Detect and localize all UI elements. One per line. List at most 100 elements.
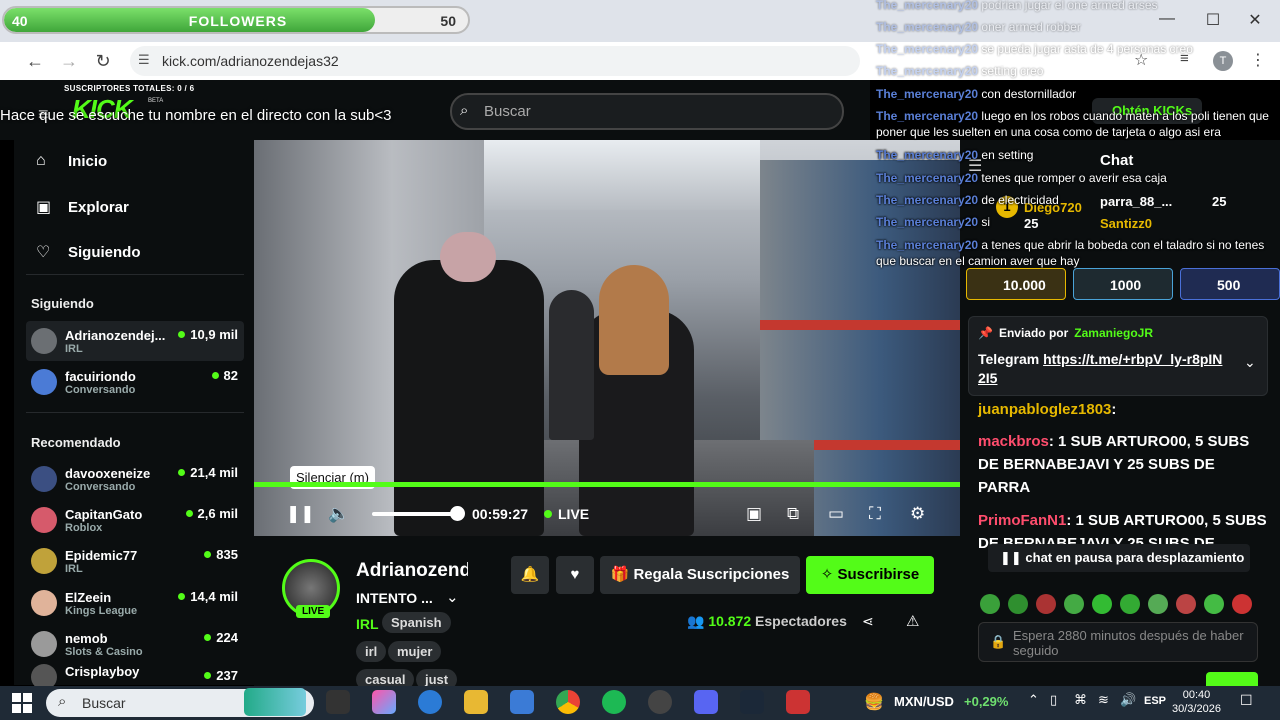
video-progress-bar[interactable] — [254, 482, 960, 487]
volume-slider-knob[interactable] — [450, 506, 465, 521]
site-info-icon[interactable]: ☰ — [138, 52, 154, 68]
spotify-icon[interactable] — [602, 690, 626, 714]
currency-pair[interactable]: MXN/USD — [894, 694, 954, 709]
followers-goal-bar: 40 FOLLOWERS 50 — [2, 6, 470, 34]
search-icon: ⌕ — [58, 693, 67, 710]
taskbar-clock[interactable]: 00:40 30/3/2026 — [1172, 688, 1221, 716]
tray-chevron-icon[interactable]: ⌃ — [1028, 692, 1039, 708]
emote-icon[interactable] — [1008, 594, 1028, 614]
share-icon[interactable]: ⋖ — [862, 613, 874, 630]
stream-tag[interactable]: irl — [356, 641, 387, 662]
notification-bell-button[interactable]: 🔔 — [511, 556, 549, 594]
address-bar[interactable]: kick.com/adrianozendejas32 — [130, 46, 860, 76]
subscribe-button[interactable]: ✧ Suscribirse — [806, 556, 934, 594]
chat-input[interactable]: Espera 2880 minutos después de haber seg… — [978, 622, 1258, 662]
sidebar-channel[interactable]: Epidemic77 IRL 835 — [26, 541, 244, 581]
emote-icon[interactable] — [980, 594, 1000, 614]
emote-icon[interactable] — [1120, 594, 1140, 614]
search-input[interactable]: Buscar — [450, 93, 844, 130]
sidebar-channel[interactable]: facuiriondo Conversando 82 — [26, 362, 244, 402]
notification-icon[interactable]: ☐ — [1240, 692, 1253, 709]
sidebar-channel[interactable]: nemob Slots & Casino 224 — [26, 624, 244, 664]
overlay-chat-message: The_mercenary20 con destornillador — [876, 86, 1280, 102]
chat-username[interactable]: juanpabloglez1803 — [978, 401, 1111, 418]
task-view-icon[interactable] — [326, 690, 350, 714]
store-icon[interactable] — [510, 690, 534, 714]
chat-username[interactable]: mackbros — [978, 433, 1049, 450]
overlay-text: con destornillador — [981, 87, 1077, 101]
chevron-down-icon[interactable]: ⌄ — [446, 588, 459, 606]
settings-gear-icon[interactable]: ⚙ — [910, 504, 925, 524]
nav-inicio[interactable]: ⌂ Inicio — [36, 152, 107, 170]
overlay-username: The_mercenary20 — [876, 109, 979, 123]
speaker-icon[interactable]: 🔊 — [1120, 692, 1136, 708]
pause-icon[interactable]: ❚❚ — [286, 504, 315, 524]
input-language[interactable]: ESP — [1144, 695, 1166, 707]
back-arrow-icon[interactable]: ← — [24, 50, 46, 72]
report-warning-icon[interactable]: ⚠ — [906, 612, 919, 630]
discord-icon[interactable] — [694, 690, 718, 714]
emote-icon[interactable] — [1148, 594, 1168, 614]
sidebar-channel[interactable]: Adrianozendej... IRL 10,9 mil — [26, 321, 244, 361]
steam-icon[interactable] — [740, 690, 764, 714]
volume-icon[interactable]: 🔈 — [328, 504, 349, 524]
stream-tag[interactable]: Spanish — [382, 612, 451, 633]
obs-icon[interactable] — [648, 690, 672, 714]
theater-mode-icon[interactable]: ▭ — [828, 504, 844, 524]
pip-icon[interactable]: ⧉ — [787, 504, 799, 524]
emote-icon[interactable] — [1092, 594, 1112, 614]
stream-category[interactable]: IRL — [356, 616, 379, 632]
chevron-down-icon[interactable]: ⌄ — [1244, 354, 1256, 371]
network-icon[interactable]: ⌘ — [1074, 692, 1087, 708]
sidebar-channel[interactable]: ElZeein Kings League 14,4 mil — [26, 583, 244, 623]
emote-icon[interactable] — [1036, 594, 1056, 614]
paused-text: chat en pausa para desplazamiento — [1025, 550, 1245, 565]
live-indicator[interactable]: LIVE — [544, 506, 589, 522]
file-explorer-icon[interactable] — [464, 690, 488, 714]
clip-icon[interactable]: ▣ — [746, 504, 762, 524]
nav-siguiendo[interactable]: ♡ Siguiendo — [36, 242, 141, 262]
follow-heart-button[interactable]: ♥ — [556, 556, 594, 594]
emote-icon[interactable] — [1232, 594, 1252, 614]
chat-paused-notice[interactable]: ❚❚ chat en pausa para desplazamiento — [988, 544, 1250, 572]
battery-icon[interactable]: ▯ — [1050, 692, 1057, 708]
stream-tag[interactable]: mujer — [388, 641, 442, 662]
search-highlight-image[interactable] — [244, 688, 306, 716]
overlay-username: The_mercenary20 — [876, 64, 979, 78]
windows-start-icon[interactable] — [12, 693, 32, 713]
copilot-icon[interactable] — [372, 690, 396, 714]
emote-icon[interactable] — [1064, 594, 1084, 614]
subs-total-overlay: SUSCRIPTORES TOTALES: 0 / 6 — [64, 84, 195, 93]
channel-name: nemob — [65, 630, 108, 646]
nav-explorar[interactable]: ▣ Explorar — [36, 197, 129, 217]
chrome-icon[interactable] — [556, 690, 580, 714]
edge-icon[interactable] — [418, 690, 442, 714]
overlay-chat-message: The_mercenary20 luego en los robos cuand… — [876, 108, 1280, 140]
overlay-text: setting creo — [981, 64, 1044, 78]
channel-name: Crisplayboy — [65, 664, 140, 679]
kicks-option[interactable]: 500 — [1180, 268, 1280, 300]
gift-subs-button[interactable]: 🎁 Regala Suscripciones — [600, 556, 800, 594]
emote-icon[interactable] — [1204, 594, 1224, 614]
kicks-option[interactable]: 1000 — [1073, 268, 1173, 300]
reload-icon[interactable]: ↻ — [92, 50, 114, 72]
chat-username[interactable]: PrimoFanN1 — [978, 512, 1066, 529]
send-chat-button[interactable] — [1206, 672, 1258, 686]
kicks-option[interactable]: 10.000 — [966, 268, 1066, 300]
sidebar-channel[interactable]: davooxeneize Conversando 21,4 mil — [26, 459, 244, 499]
avatar — [31, 369, 57, 395]
fullscreen-icon[interactable]: ⛶ — [869, 504, 881, 524]
emote-bar[interactable] — [980, 594, 1260, 616]
wifi-icon[interactable]: ≋ — [1098, 692, 1109, 708]
volume-slider[interactable] — [372, 512, 458, 516]
forward-arrow-icon[interactable]: → — [58, 50, 80, 72]
sidebar-channel[interactable]: Crisplayboy 237 — [26, 664, 244, 686]
emote-icon[interactable] — [1176, 594, 1196, 614]
clock-time: 00:40 — [1182, 689, 1211, 701]
overlay-text: en setting — [981, 148, 1034, 162]
channel-name[interactable]: Adrianozendejas32 — [356, 560, 468, 582]
nav-label: Explorar — [68, 198, 129, 216]
sidebar-channel[interactable]: CapitanGato Roblox 2,6 mil — [26, 500, 244, 540]
app-icon[interactable] — [786, 690, 810, 714]
nav-label: Inicio — [68, 152, 108, 170]
